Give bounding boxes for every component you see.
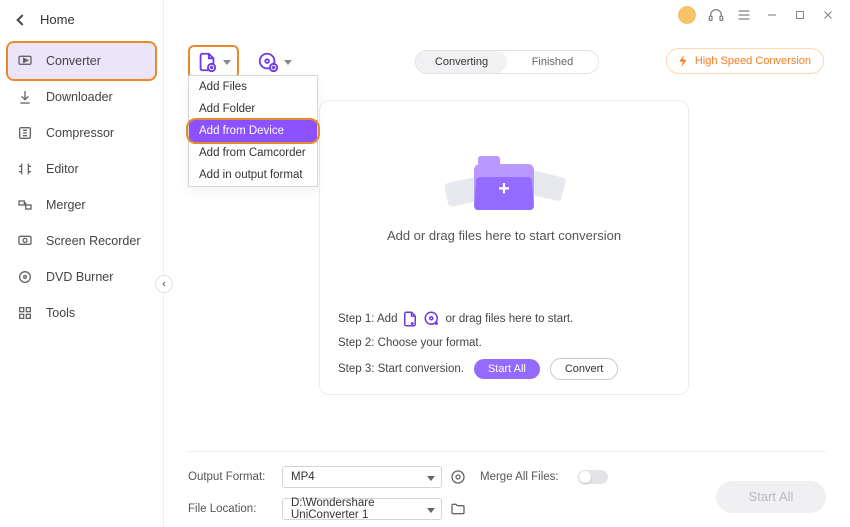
sidebar-item-downloader[interactable]: Downloader: [0, 79, 163, 115]
add-dropdown-menu: Add Files Add Folder Add from Device Add…: [188, 75, 318, 187]
step1-suffix: or drag files here to start.: [445, 313, 573, 325]
dropdown-item-add-in-output-format[interactable]: Add in output format: [189, 164, 317, 186]
tab-finished[interactable]: Finished: [507, 51, 598, 73]
dropzone[interactable]: + Add or drag files here to start conver…: [319, 100, 689, 395]
step-1: Step 1: Add or drag files here to start.: [338, 310, 670, 328]
sidebar-item-label: Converter: [46, 54, 101, 68]
dvd-burner-icon: [16, 268, 34, 286]
dropdown-item-add-from-device[interactable]: Add from Device: [189, 120, 317, 142]
step-3: Step 3: Start conversion. Start All Conv…: [338, 358, 670, 380]
sidebar: Home Converter Downloader Compressor Edi…: [0, 0, 164, 527]
home-button[interactable]: Home: [0, 0, 163, 37]
footer-left: Output Format: MP4 Merge All Files: File…: [188, 466, 618, 520]
steps: Step 1: Add or drag files here to start.…: [338, 306, 670, 380]
add-file-mini-icon[interactable]: [401, 310, 419, 328]
status-segmented-control: Converting Finished: [415, 50, 599, 74]
converter-icon: [16, 52, 34, 70]
sidebar-item-label: Downloader: [46, 90, 113, 104]
dropzone-illustration: + Add or drag files here to start conver…: [338, 101, 670, 306]
sidebar-item-screen-recorder[interactable]: Screen Recorder: [0, 223, 163, 259]
add-disc-dropdown-button[interactable]: [255, 47, 294, 77]
start-all-small-button[interactable]: Start All: [474, 359, 540, 379]
merge-toggle[interactable]: [578, 470, 608, 484]
tab-converting[interactable]: Converting: [416, 51, 507, 73]
back-chevron-icon: [16, 14, 27, 25]
output-format-select[interactable]: MP4: [282, 466, 442, 488]
open-folder-icon[interactable]: [450, 501, 466, 517]
file-location-label: File Location:: [188, 503, 274, 515]
step1-prefix: Step 1: Add: [338, 313, 397, 325]
sidebar-item-editor[interactable]: Editor: [0, 151, 163, 187]
dropdown-item-add-folder[interactable]: Add Folder: [189, 98, 317, 120]
step-2: Step 2: Choose your format.: [338, 337, 670, 349]
high-speed-conversion-chip[interactable]: High Speed Conversion: [666, 48, 824, 74]
sidebar-item-dvd-burner[interactable]: DVD Burner: [0, 259, 163, 295]
add-files-dropdown-button[interactable]: [188, 45, 239, 79]
sidebar-item-label: Screen Recorder: [46, 234, 141, 248]
topbar: Converting Finished High Speed Conversio…: [164, 0, 850, 82]
dropdown-item-add-from-camcorder[interactable]: Add from Camcorder: [189, 142, 317, 164]
high-speed-label: High Speed Conversion: [695, 55, 811, 67]
compressor-icon: [16, 124, 34, 142]
sidebar-item-label: Compressor: [46, 126, 114, 140]
downloader-icon: [16, 88, 34, 106]
merger-icon: [16, 196, 34, 214]
nav-list: Converter Downloader Compressor Editor M…: [0, 37, 163, 331]
add-file-icon: [196, 51, 218, 73]
screen-recorder-icon: [16, 232, 34, 250]
settings-format-icon[interactable]: [450, 469, 466, 485]
file-location-select[interactable]: D:\Wondershare UniConverter 1: [282, 498, 442, 520]
sidebar-item-tools[interactable]: Tools: [0, 295, 163, 331]
sidebar-item-compressor[interactable]: Compressor: [0, 115, 163, 151]
add-disc-mini-icon[interactable]: [423, 310, 441, 328]
add-buttons-group: [188, 45, 294, 79]
sidebar-item-label: DVD Burner: [46, 270, 113, 284]
output-format-label: Output Format:: [188, 471, 274, 483]
editor-icon: [16, 160, 34, 178]
sidebar-item-converter[interactable]: Converter: [8, 43, 155, 79]
step3-text: Step 3: Start conversion.: [338, 363, 464, 375]
dropzone-text: Add or drag files here to start conversi…: [387, 228, 621, 243]
sidebar-item-label: Editor: [46, 162, 79, 176]
sidebar-item-label: Tools: [46, 306, 75, 320]
start-all-button[interactable]: Start All: [716, 481, 826, 513]
tools-icon: [16, 304, 34, 322]
convert-small-button[interactable]: Convert: [550, 358, 619, 380]
footer: Output Format: MP4 Merge All Files: File…: [188, 451, 826, 527]
merge-label: Merge All Files:: [480, 471, 570, 483]
add-disc-icon: [257, 51, 279, 73]
main-area: Converting Finished High Speed Conversio…: [164, 0, 850, 527]
dropdown-item-add-files[interactable]: Add Files: [189, 76, 317, 98]
sidebar-item-merger[interactable]: Merger: [0, 187, 163, 223]
home-label: Home: [40, 12, 75, 27]
folder-icon: +: [474, 164, 534, 210]
sidebar-item-label: Merger: [46, 198, 86, 212]
